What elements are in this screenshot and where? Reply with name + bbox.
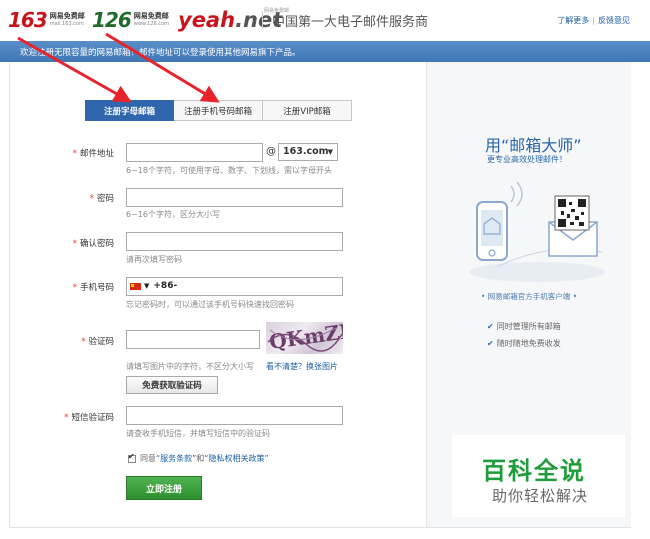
captcha-image[interactable]: QKmZK	[266, 322, 343, 354]
watermark: 百科全说 助你轻松解决	[452, 435, 625, 517]
register-form: 注册字母邮箱 注册手机号码邮箱 注册VIP邮箱 * 邮件地址 @ 163.com ▼…	[10, 62, 426, 527]
logo-163-line1: 网易免费邮	[49, 12, 85, 20]
welcome-text: 欢迎注册无限容量的网易邮箱！邮件地址可以登录使用其他网易旗下产品。	[20, 48, 301, 58]
confirm-password-hint: 请再次填写密码	[126, 255, 182, 264]
tab-mobile-email[interactable]: 注册手机号码邮箱	[174, 100, 263, 121]
confirm-password-input[interactable]	[126, 232, 343, 251]
check-icon: ✔	[487, 322, 494, 331]
feature-item: ✔ 同时管理所有邮箱	[487, 322, 561, 331]
slogan: 中国第一大电子邮件服务商	[272, 15, 429, 30]
logo-126[interactable]: 126 网易免费邮 www.126.com	[92, 8, 169, 32]
watermark-title: 百科全说	[482, 457, 586, 485]
captcha-hint: 请填写图片中的字符，不区分大小写	[126, 362, 254, 371]
register-button[interactable]: 立即注册	[126, 476, 202, 500]
password-hint: 6~16个字符，区分大小写	[126, 210, 220, 219]
feedback-link[interactable]: 反馈意见	[598, 16, 630, 25]
chevron-down-icon: ▼	[327, 148, 333, 156]
client-label: • 网易邮箱官方手机客户端 •	[481, 292, 578, 301]
phone-hint: 忘记密码时，可以通过该手机号码快速找回密码	[126, 300, 294, 309]
password-label: * 密码	[89, 194, 114, 204]
top-links: 了解更多 | 反馈意见	[557, 16, 630, 25]
phone-label: * 手机号码	[72, 283, 114, 293]
captcha-label: * 验证码	[81, 337, 114, 347]
terms-link[interactable]: “服务条款”	[156, 453, 196, 464]
logo-yeah-text: yeah	[178, 8, 236, 32]
logo-126-line2: www.126.com	[133, 21, 169, 27]
phone-qr-illustration-icon	[469, 181, 605, 282]
logo-163[interactable]: 163 网易免费邮 mail.163.com	[8, 8, 85, 32]
logo-163-line2: mail.163.com	[49, 21, 84, 27]
privacy-link[interactable]: “隐私权相关政策”	[204, 453, 268, 464]
check-icon: ✔	[487, 339, 494, 348]
sms-code-hint: 请查收手机短信，并填写短信中的验证码	[126, 429, 270, 438]
promo-title: 用“邮箱大师”	[485, 136, 582, 155]
phone-prefix[interactable]: ▼ +86-	[130, 281, 177, 291]
promo-subtitle: 更专业高效处理邮件！	[487, 155, 567, 164]
email-label: * 邮件地址	[72, 149, 114, 159]
china-flag-icon	[130, 282, 141, 290]
at-sign: @	[266, 146, 276, 157]
logo-yeah[interactable]: yeah .net 网易免费邮	[178, 8, 289, 32]
logo-163-number: 163	[8, 8, 48, 32]
logo-126-number: 126	[92, 8, 132, 32]
site-header: 163 网易免费邮 mail.163.com 126 网易免费邮 www.126…	[0, 0, 650, 40]
feature-item: ✔ 随时随地免费收发	[487, 339, 561, 348]
tab-letter-email[interactable]: 注册字母邮箱	[85, 100, 174, 121]
register-tabs: 注册字母邮箱 注册手机号码邮箱 注册VIP邮箱	[85, 100, 352, 121]
agree-checkbox[interactable]	[128, 452, 136, 463]
captcha-input[interactable]	[126, 330, 260, 349]
welcome-bar: 欢迎注册无限容量的网易邮箱！邮件地址可以登录使用其他网易旗下产品。	[0, 41, 650, 62]
email-input[interactable]	[126, 143, 263, 162]
refresh-captcha-link[interactable]: 看不清楚？换张图片	[266, 361, 338, 372]
watermark-subtitle: 助你轻松解决	[492, 487, 589, 505]
get-free-code-button[interactable]: 免费获取验证码	[126, 376, 218, 394]
tab-vip-email[interactable]: 注册VIP邮箱	[263, 100, 352, 121]
learn-more-link[interactable]: 了解更多	[557, 16, 589, 25]
password-input[interactable]	[126, 188, 343, 207]
domain-select[interactable]: 163.com ▼	[278, 143, 338, 161]
email-hint: 6~18个字符，可使用字母、数字、下划线，需以字母开头	[126, 166, 332, 175]
slogan-divider	[262, 11, 263, 29]
chevron-down-icon: ▼	[144, 282, 150, 290]
sms-code-input[interactable]	[126, 406, 343, 425]
sms-code-label: * 短信验证码	[64, 413, 114, 423]
confirm-password-label: * 确认密码	[72, 239, 114, 249]
agreement: 同意“服务条款”和“隐私权相关政策”	[128, 452, 269, 464]
logo-126-line1: 网易免费邮	[133, 12, 169, 20]
